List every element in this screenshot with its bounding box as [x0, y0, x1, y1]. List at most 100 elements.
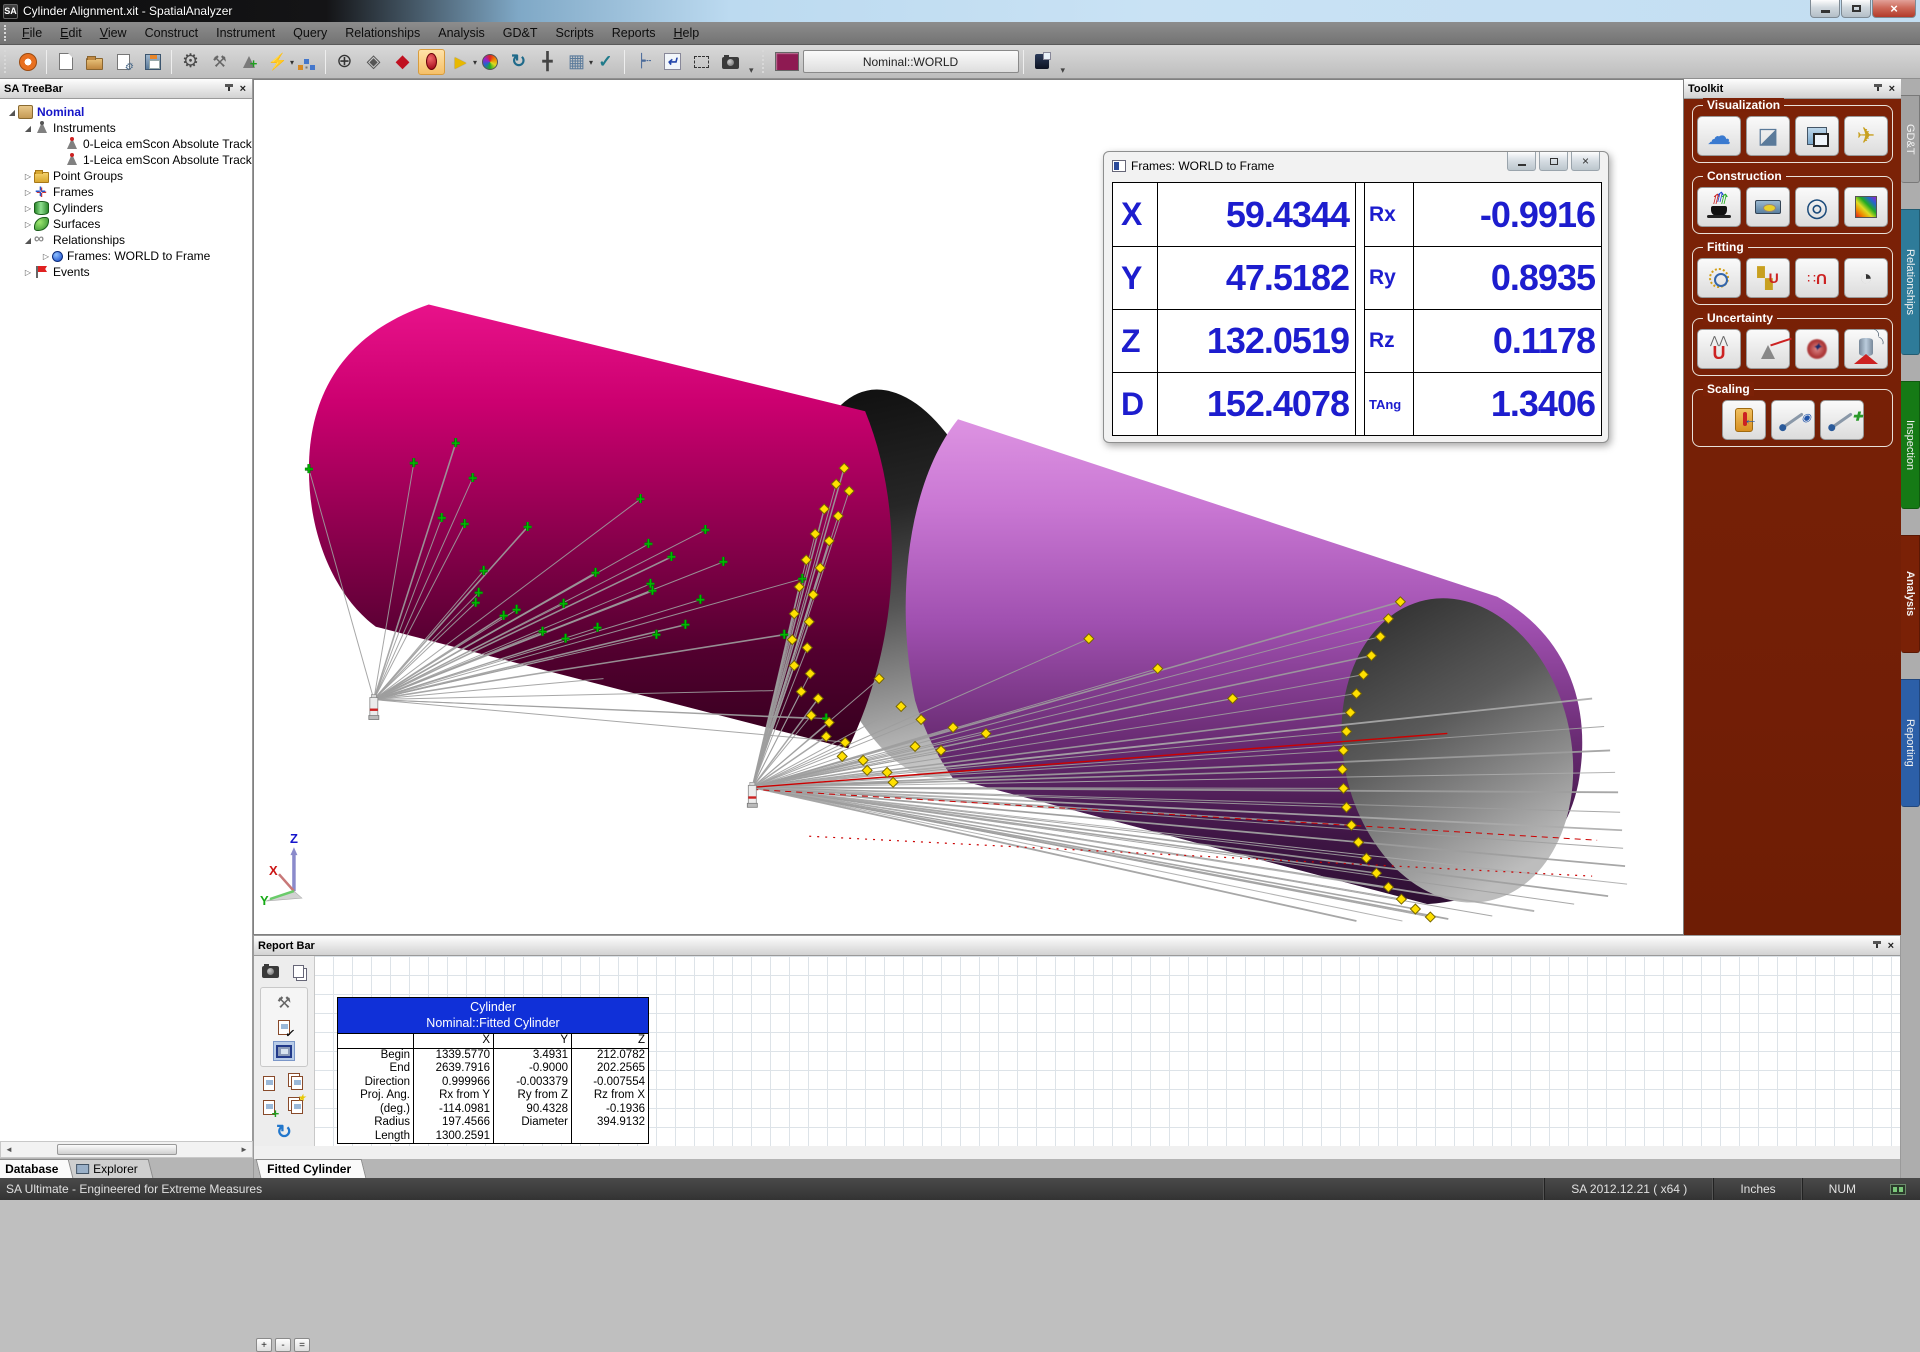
toolbar-button[interactable]	[325, 50, 326, 74]
menu-item[interactable]: Analysis	[429, 23, 494, 43]
toolkit-tool-button[interactable]	[1844, 258, 1888, 298]
side-tab[interactable]: Analysis	[1901, 535, 1920, 653]
menu-item[interactable]: Relationships	[336, 23, 429, 43]
report-zoom-button[interactable]: -	[275, 1338, 291, 1352]
restore-button[interactable]	[1841, 0, 1871, 18]
tree-expander[interactable]: ▷	[40, 252, 52, 261]
toolkit-tool-button[interactable]	[1844, 116, 1888, 156]
tree-item[interactable]: ▷ Surfaces	[0, 216, 252, 232]
dialog-close-button[interactable]: ×	[1571, 152, 1600, 171]
scroll-right-icon[interactable]: ►	[236, 1145, 252, 1154]
report-tool-button[interactable]	[273, 1122, 295, 1142]
toolkit-tool-button[interactable]	[1844, 187, 1888, 227]
toolbar-button[interactable]	[81, 49, 108, 75]
toolbar-button[interactable]	[360, 49, 387, 75]
ink-annotate-button[interactable]	[1029, 49, 1056, 75]
toolkit-tool-button[interactable]	[1795, 329, 1839, 369]
report-tab[interactable]: Fitted Cylinder	[256, 1159, 367, 1178]
toolkit-tool-button[interactable]	[1722, 400, 1766, 440]
scrollbar-thumb[interactable]	[57, 1144, 177, 1155]
toolkit-tool-button[interactable]	[1746, 116, 1790, 156]
report-tool-button[interactable]	[258, 1073, 280, 1093]
minimize-button[interactable]	[1810, 0, 1840, 18]
toolbar-button[interactable]	[630, 49, 657, 75]
report-tool-button[interactable]	[259, 961, 281, 981]
toolkit-tool-button[interactable]	[1771, 400, 1815, 440]
toolkit-tool-button[interactable]	[1795, 187, 1839, 227]
tree-expander[interactable]: ◢	[22, 236, 34, 245]
toolbar-overflow-icon[interactable]: ▾	[1061, 65, 1066, 78]
dialog-restore-button[interactable]	[1539, 152, 1568, 171]
close-icon[interactable]: ×	[240, 83, 246, 95]
report-tool-button[interactable]	[258, 1097, 280, 1117]
bottom-tab[interactable]: Explorer	[65, 1159, 153, 1178]
tree-expander[interactable]: ▷	[22, 204, 34, 213]
report-zoom-button[interactable]: +	[256, 1338, 272, 1352]
toolbar-button[interactable]	[447, 49, 474, 75]
tree-expander[interactable]: ▷	[22, 268, 34, 277]
pin-icon[interactable]	[1872, 941, 1882, 951]
menu-item[interactable]: Query	[284, 23, 336, 43]
report-tool-button[interactable]	[286, 1097, 308, 1117]
fitted-cylinder-table[interactable]: Cylinder Nominal::Fitted Cylinder XYZ Be…	[337, 997, 649, 1144]
menu-item[interactable]: Reports	[603, 23, 665, 43]
scroll-left-icon[interactable]: ◄	[1, 1145, 17, 1154]
toolbar-button[interactable]	[235, 49, 262, 75]
tree-item[interactable]: ▷ Frames	[0, 184, 252, 200]
toolkit-tool-button[interactable]	[1697, 329, 1741, 369]
close-button[interactable]: ×	[1872, 0, 1916, 18]
report-tool-button[interactable]	[287, 961, 309, 981]
tree-expander[interactable]: ◢	[6, 108, 18, 117]
toolbar-button[interactable]	[293, 49, 320, 75]
side-tab[interactable]: Inspection	[1901, 381, 1920, 509]
tree-item[interactable]: ◢ Instruments	[0, 120, 252, 136]
side-tab[interactable]: Relationships	[1901, 209, 1920, 355]
tree-item[interactable]: ▷ Events	[0, 264, 252, 280]
toolbar-button[interactable]	[171, 50, 172, 74]
toolbar-button[interactable]	[659, 49, 686, 75]
menu-item[interactable]: File	[13, 23, 51, 43]
toolbar-button[interactable]	[534, 49, 561, 75]
toolkit-tool-button[interactable]	[1746, 258, 1790, 298]
toolbar-button[interactable]	[206, 49, 233, 75]
tree-horizontal-scrollbar[interactable]: ◄ ►	[0, 1141, 253, 1158]
tree-item[interactable]: ◢ Relationships	[0, 232, 252, 248]
toolkit-tool-button[interactable]	[1746, 187, 1790, 227]
side-tab[interactable]: Reporting	[1901, 679, 1920, 807]
toolbar-button[interactable]	[110, 49, 137, 75]
tracker-instruments[interactable]	[369, 695, 757, 808]
tree-expander[interactable]: ◢	[22, 124, 34, 133]
active-frame-combo[interactable]: Nominal::WORLD	[803, 50, 1019, 73]
report-zoom-button[interactable]: =	[294, 1338, 310, 1352]
menu-item[interactable]: Edit	[51, 23, 91, 43]
report-tool-button[interactable]	[273, 1041, 295, 1061]
toolbar-button[interactable]	[264, 49, 291, 75]
toolkit-tool-button[interactable]	[1746, 329, 1790, 369]
toolkit-tool-button[interactable]	[1697, 116, 1741, 156]
bottom-tab[interactable]: Database	[0, 1159, 74, 1178]
pin-icon[interactable]	[1873, 84, 1883, 94]
toolbar-button[interactable]	[505, 49, 532, 75]
tree-item[interactable]: ◢ Nominal	[0, 104, 252, 120]
close-icon[interactable]: ×	[1888, 940, 1894, 952]
tree-item[interactable]: 1-Leica emScon Absolute Tracker (AT901	[0, 152, 252, 168]
toolbar-button[interactable]	[46, 50, 47, 74]
toolbar-button[interactable]	[688, 49, 715, 75]
toolbar-overflow-icon[interactable]: ▾	[749, 65, 754, 78]
dialog-title-bar[interactable]: Frames: WORLD to Frame ×	[1104, 152, 1608, 180]
toolbar-button[interactable]	[563, 49, 590, 75]
tree-item[interactable]: ▷ Frames: WORLD to Frame	[0, 248, 252, 264]
toolbar-button[interactable]	[52, 49, 79, 75]
pin-icon[interactable]	[224, 84, 234, 94]
toolbar-button[interactable]	[592, 49, 619, 75]
active-frame-color-swatch[interactable]	[775, 52, 799, 71]
tree-item[interactable]: ▷ Cylinders	[0, 200, 252, 216]
toolkit-tool-button[interactable]	[1844, 329, 1888, 369]
toolbar-button[interactable]	[418, 49, 445, 75]
toolbar-button[interactable]	[177, 49, 204, 75]
toolbar-button[interactable]	[624, 50, 625, 74]
report-tool-button[interactable]	[286, 1073, 308, 1093]
report-tool-button[interactable]	[273, 993, 295, 1013]
toolbar-button[interactable]	[139, 49, 166, 75]
toolbar-button[interactable]	[389, 49, 416, 75]
